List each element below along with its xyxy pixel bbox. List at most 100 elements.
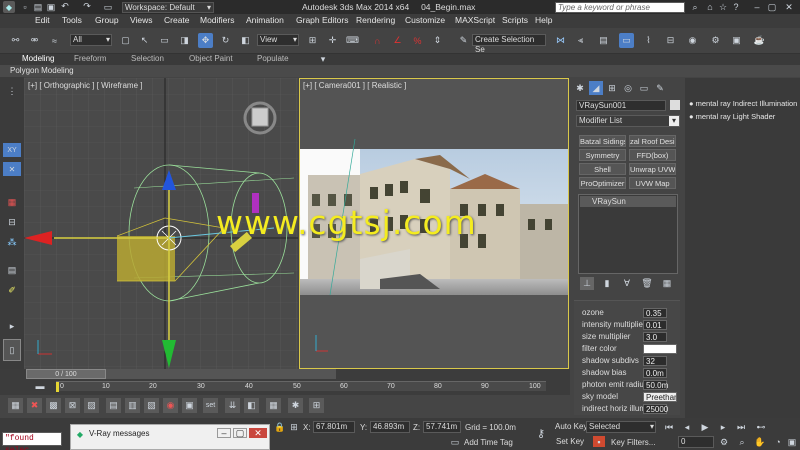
snaps-toggle-icon[interactable]: ∩ [370, 33, 385, 48]
tool-icon-15[interactable]: ✱ [288, 398, 303, 413]
menu-maxscript[interactable]: MAXScript [455, 15, 495, 25]
vertices-icon[interactable]: ⁂ [3, 235, 21, 249]
app-logo-icon[interactable]: ◆ [3, 1, 15, 13]
key-filters-button[interactable]: Key Filters... [611, 438, 655, 447]
zoom-icon[interactable]: ⌕ [736, 436, 748, 448]
y-coordinate-field[interactable]: 46.893m [370, 421, 410, 433]
key-filter-icon[interactable]: ▪ [593, 436, 605, 447]
menu-create[interactable]: Create [164, 15, 190, 25]
keyboard-shortcut-icon[interactable]: ⌨ [345, 33, 360, 48]
set-key-button[interactable]: Set Key [556, 437, 584, 446]
redo-icon[interactable]: ↷ [82, 1, 92, 12]
create-tab-icon[interactable]: ✱ [573, 81, 587, 95]
select-manipulate-icon[interactable]: ✛ [325, 33, 340, 48]
select-object-icon[interactable]: ▢ [118, 33, 133, 48]
layer-manager-icon[interactable]: ▤ [596, 33, 611, 48]
ribbon-options-icon[interactable]: ▾ [318, 54, 328, 64]
modifier-button-batzal-sidings[interactable]: Batzal Sidings [579, 135, 626, 147]
sky-model-dropdown[interactable]: Preetham et [643, 392, 677, 402]
angle-snap-icon[interactable]: ∠ [390, 33, 405, 48]
time-slider[interactable]: 0 / 100 [26, 369, 336, 379]
unlink-icon[interactable]: ⚮ [27, 33, 42, 48]
pivot-center-icon[interactable]: ⊞ [305, 33, 320, 48]
curve-editor-icon[interactable]: ⌇ [641, 33, 656, 48]
named-selection-dropdown[interactable]: Create Selection Se [472, 34, 546, 54]
expand-arrow-icon[interactable]: ▸ [3, 319, 21, 333]
menu-tools[interactable]: Tools [62, 15, 82, 25]
pin-stack-icon[interactable]: ⊥ [580, 277, 594, 290]
menu-customize[interactable]: Customize [405, 15, 445, 25]
tab-freeform[interactable]: Freeform [74, 54, 106, 63]
graphite-tools-icon[interactable]: ⋮ [4, 83, 20, 99]
help-icon[interactable]: ? [731, 1, 741, 13]
current-frame-field[interactable]: 0 [678, 436, 714, 448]
z-coordinate-field[interactable]: 57.741m [423, 421, 461, 433]
keyframe-marker[interactable] [56, 382, 59, 392]
tab-populate[interactable]: Populate [257, 54, 289, 63]
param-value-intensity[interactable]: 0.01 [643, 320, 667, 330]
mini-curve-editor-icon[interactable]: ▬ [34, 381, 46, 391]
make-unique-icon[interactable]: ∀ [620, 277, 634, 290]
tool-icon-16[interactable]: ⊞ [309, 398, 324, 413]
percent-snap-icon[interactable]: % [410, 33, 425, 48]
object-color-swatch[interactable] [670, 100, 680, 110]
menu-views[interactable]: Views [130, 15, 153, 25]
search-icon[interactable]: ⌕ [690, 1, 700, 13]
add-time-tag[interactable]: Add Time Tag [464, 438, 513, 447]
favorites-star-icon[interactable]: ☆ [718, 1, 728, 13]
tool-icon-11[interactable]: set [203, 398, 218, 413]
minimize-icon[interactable]: – [750, 1, 764, 13]
menu-scripts[interactable]: Scripts [502, 15, 528, 25]
tool-icon-3[interactable]: ▩ [46, 398, 61, 413]
search-input[interactable]: Type a keyword or phrase [555, 2, 685, 13]
key-icon[interactable]: ⚷ [532, 426, 550, 440]
modifier-button-roof-design[interactable]: zal Roof Desig [629, 135, 676, 147]
utilities-tab-icon[interactable]: ✎ [653, 81, 667, 95]
modifier-button-shell[interactable]: Shell [579, 163, 626, 175]
render-production-icon[interactable]: ☕ [752, 33, 767, 48]
tool-icon-8[interactable]: ▧ [144, 398, 159, 413]
hierarchy-tab-icon[interactable]: ⊞ [605, 81, 619, 95]
selection-filter-dropdown[interactable]: All ▾ [70, 34, 112, 46]
mirror-icon[interactable]: ⋈ [553, 33, 568, 48]
param-value-shadow-subdivs[interactable]: 32 [643, 356, 667, 366]
maxscript-listener[interactable]: "found selec [2, 432, 62, 450]
motion-tab-icon[interactable]: ◎ [621, 81, 635, 95]
configure-modifier-sets-icon[interactable]: ▦ [660, 277, 674, 290]
next-frame-icon[interactable]: ▸ [716, 421, 730, 434]
undo-icon[interactable]: ↶ [60, 1, 70, 12]
menu-rendering[interactable]: Rendering [356, 15, 395, 25]
orbit-icon[interactable]: ◔ [772, 436, 784, 448]
key-mode-dropdown[interactable]: Selected ▾ [586, 421, 656, 433]
schematic-view-icon[interactable]: ⊟ [663, 33, 678, 48]
tool-icon-5[interactable]: ▨ [84, 398, 99, 413]
tab-object-paint[interactable]: Object Paint [189, 54, 233, 63]
edit-named-sets-icon[interactable]: ✎ [456, 33, 471, 48]
right-panel-item[interactable]: ● mental ray Light Shader [689, 112, 775, 121]
modifier-button-uvw-map[interactable]: UVW Map [629, 177, 676, 189]
material-editor-icon[interactable]: ◉ [685, 33, 700, 48]
maximize-viewport-icon[interactable]: ▣ [786, 436, 798, 448]
modifier-button-ffd-box[interactable]: FFD(box) [629, 149, 676, 161]
paint-tool-icon[interactable]: ✐ [3, 283, 21, 297]
pan-icon[interactable]: ✋ [754, 436, 766, 448]
play-icon[interactable]: ▶ [698, 421, 712, 434]
modifier-button-unwrap-uvw[interactable]: Unwrap UVW [629, 163, 676, 175]
remove-modifier-icon[interactable]: 🗑 [640, 277, 654, 290]
spinner-snap-icon[interactable]: ⇕ [430, 33, 445, 48]
select-by-name-icon[interactable]: ↖ [137, 33, 152, 48]
maximize-icon[interactable]: ▢ [765, 1, 779, 13]
tool-icon-9[interactable]: ◉ [163, 398, 178, 413]
modifier-stack-item[interactable]: VRaySun [580, 196, 676, 207]
workspace-dropdown[interactable]: Workspace: Default ▾ [122, 2, 214, 13]
tab-selection[interactable]: Selection [131, 54, 164, 63]
ribbon-sub-label[interactable]: Polygon Modeling [10, 66, 74, 75]
object-name-field[interactable]: VRaySun001 [576, 100, 666, 111]
minimize-icon[interactable]: – [217, 428, 231, 438]
render-setup-icon[interactable]: ⚙ [708, 33, 723, 48]
go-to-end-icon[interactable]: ⏭ [734, 421, 748, 434]
select-move-icon[interactable]: ✥ [198, 33, 213, 48]
modify-tab-icon[interactable]: ◢ [589, 81, 603, 95]
tool-icon-1[interactable]: ▦ [8, 398, 23, 413]
grid-tool-icon[interactable]: ▤ [3, 263, 21, 277]
